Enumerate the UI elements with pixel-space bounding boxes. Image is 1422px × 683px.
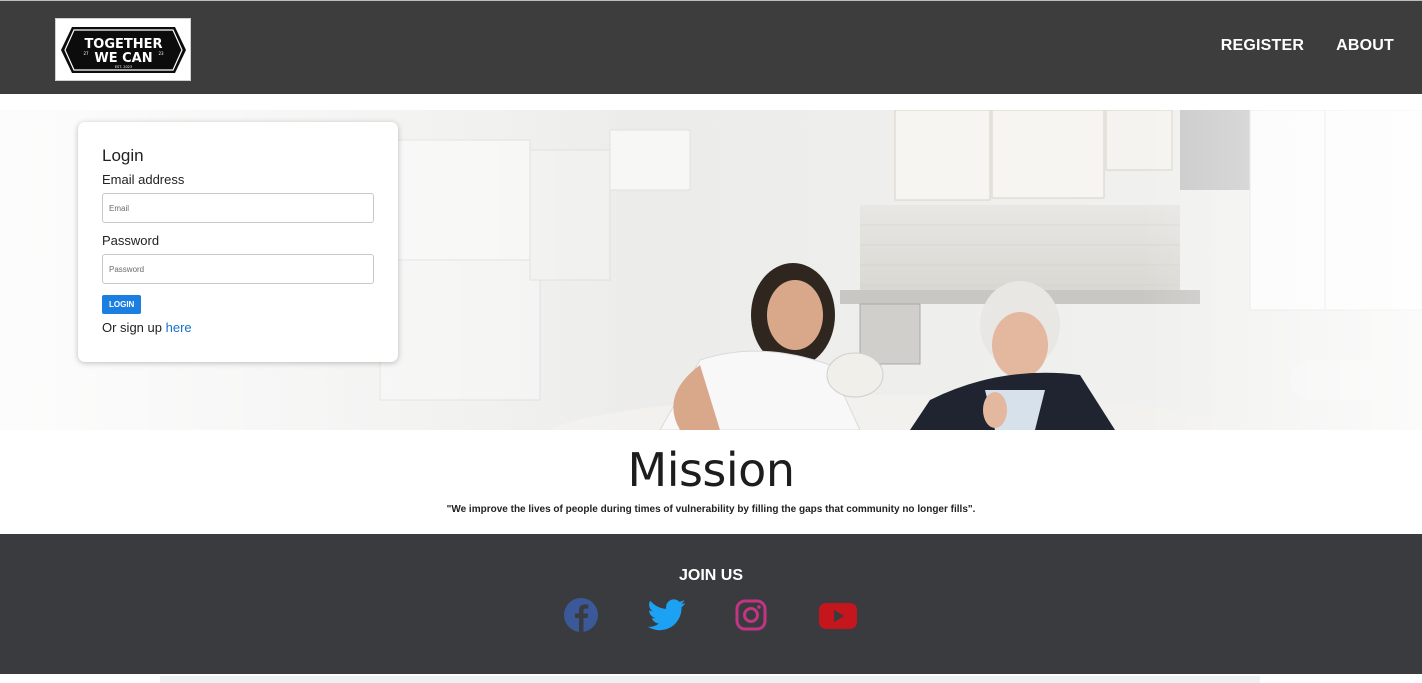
instagram-link[interactable] — [734, 598, 768, 637]
login-button[interactable]: LOGIN — [102, 295, 142, 314]
signup-link[interactable]: here — [166, 320, 192, 335]
signup-line: Or sign up here — [102, 320, 374, 335]
logo-est: EST. 2023 — [115, 65, 132, 69]
social-links — [562, 596, 862, 636]
twitter-link[interactable] — [647, 598, 686, 637]
logo-line2: WE CAN — [94, 51, 152, 66]
email-label: Email address — [102, 172, 185, 187]
logo-link[interactable]: TOGETHER WE CAN 27 23 EST. 2023 — [55, 18, 191, 81]
page-bottom-shadow — [160, 676, 1260, 683]
login-card: Login Email address Password LOGIN Or si… — [78, 122, 398, 362]
facebook-link[interactable] — [562, 596, 600, 639]
nav-links: REGISTER ABOUT — [1221, 37, 1394, 55]
logo-line1: TOGETHER — [84, 37, 162, 52]
instagram-icon — [735, 599, 767, 631]
login-title: Login — [102, 146, 144, 165]
logo-small-right: 23 — [158, 51, 164, 56]
logo-small-left: 27 — [83, 51, 89, 56]
navbar: TOGETHER WE CAN 27 23 EST. 2023 REGISTER… — [0, 0, 1422, 94]
mission-quote: "We improve the lives of people during t… — [446, 504, 976, 515]
page: TOGETHER WE CAN 27 23 EST. 2023 REGISTER… — [0, 0, 1422, 683]
youtube-icon — [819, 603, 857, 629]
facebook-icon — [564, 598, 598, 632]
twitter-icon — [647, 599, 686, 631]
signup-text: Or sign up — [102, 320, 162, 335]
password-label: Password — [102, 233, 160, 248]
join-us-title: JOIN US — [678, 567, 743, 584]
password-field[interactable] — [102, 254, 374, 284]
nav-register-link[interactable]: REGISTER — [1221, 37, 1304, 55]
youtube-link[interactable] — [818, 601, 858, 636]
mission-title: Mission — [627, 443, 795, 497]
nav-about-link[interactable]: ABOUT — [1336, 37, 1394, 55]
email-field[interactable] — [102, 193, 374, 223]
footer: JOIN US — [0, 534, 1422, 674]
logo-badge: TOGETHER WE CAN 27 23 EST. 2023 — [61, 27, 186, 73]
